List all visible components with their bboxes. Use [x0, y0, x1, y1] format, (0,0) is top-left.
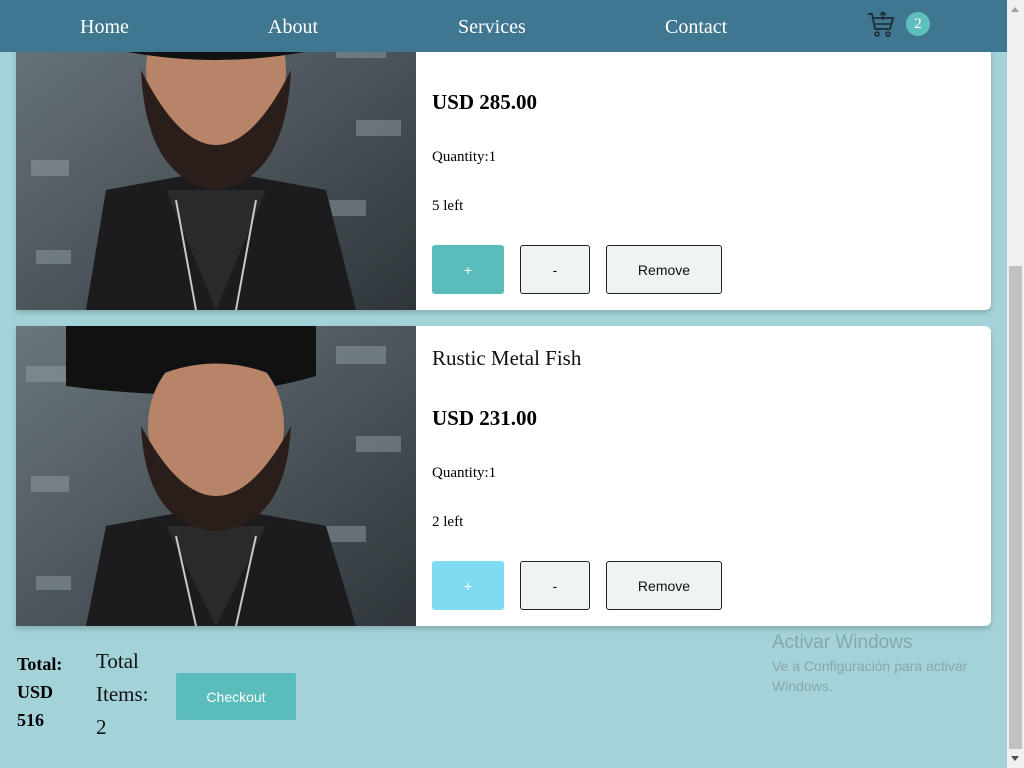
cart-item-details: USD 285.00 Quantity:1 5 left + - Remove — [432, 10, 991, 310]
nav-services-link[interactable]: Services — [458, 0, 526, 52]
product-price: USD 285.00 — [432, 90, 538, 114]
total-items-label-1: Total — [96, 649, 139, 673]
scrollbar-thumb[interactable] — [1009, 266, 1022, 749]
total-label: Total: — [17, 654, 63, 674]
product-stock: 5 left — [432, 198, 464, 214]
cart-item-card: USD 285.00 Quantity:1 5 left + - Remove — [16, 10, 991, 310]
total-value: 516 — [17, 710, 44, 730]
product-image — [16, 326, 416, 626]
nav-about-link[interactable]: About — [268, 0, 318, 52]
watermark-subtitle: Ve a Configuración para activar Windows. — [772, 658, 968, 694]
total-currency: USD — [17, 682, 54, 702]
increase-quantity-button[interactable]: + — [432, 245, 504, 294]
vertical-scrollbar[interactable] — [1007, 0, 1024, 768]
product-stock: 2 left — [432, 514, 464, 530]
shopping-cart-icon — [866, 9, 896, 44]
windows-activation-watermark: Activar Windows Ve a Configuración para … — [772, 632, 1012, 696]
cart-count-badge: 2 — [906, 12, 930, 36]
product-quantity: Quantity:1 — [432, 465, 497, 481]
scroll-up-arrow-icon[interactable] — [1011, 7, 1019, 12]
total-items-label-2: Items: — [96, 682, 149, 706]
cart-button[interactable]: 2 — [866, 10, 930, 42]
product-name: Rustic Metal Fish — [432, 346, 582, 370]
decrease-quantity-button[interactable]: - — [520, 561, 590, 610]
cart-item-card: Rustic Metal Fish USD 231.00 Quantity:1 … — [16, 326, 991, 626]
increase-quantity-button[interactable]: + — [432, 561, 504, 610]
remove-item-button[interactable]: Remove — [606, 561, 722, 610]
nav-home-link[interactable]: Home — [80, 0, 129, 52]
cart-item-details: Rustic Metal Fish USD 231.00 Quantity:1 … — [432, 326, 991, 626]
top-navbar: Home About Services Contact 2 — [0, 0, 1007, 52]
total-items: Total Items: 2 — [96, 645, 166, 744]
decrease-quantity-button[interactable]: - — [520, 245, 590, 294]
cart-total: Total: USD 516 — [17, 650, 77, 734]
product-price: USD 231.00 — [432, 406, 538, 430]
product-quantity: Quantity:1 — [432, 149, 497, 165]
total-items-count: 2 — [96, 715, 107, 739]
watermark-title: Activar Windows — [772, 632, 913, 653]
scroll-down-arrow-icon[interactable] — [1011, 756, 1019, 761]
product-image — [16, 10, 416, 310]
remove-item-button[interactable]: Remove — [606, 245, 722, 294]
checkout-button[interactable]: Checkout — [176, 673, 296, 720]
nav-contact-link[interactable]: Contact — [665, 0, 727, 52]
